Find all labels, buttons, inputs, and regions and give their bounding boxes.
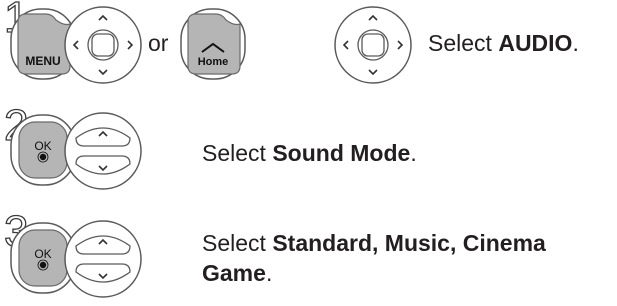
- nav-dpad-icon[interactable]: [64, 6, 142, 84]
- home-label: Home: [198, 56, 229, 68]
- step-1-instruction: Select AUDIO.: [428, 30, 579, 56]
- or-separator: or: [148, 30, 169, 56]
- up-down-rocker-icon[interactable]: [64, 112, 142, 190]
- step-3-instruction-line2: Game.: [202, 260, 273, 286]
- step-3-instruction-line1: Select Standard, Music, Cinema: [202, 230, 546, 256]
- ok-label: OK: [34, 139, 51, 153]
- nav-dpad-icon[interactable]: [334, 6, 412, 84]
- step-2-instruction: Select Sound Mode.: [202, 140, 417, 166]
- home-button[interactable]: Home: [180, 8, 246, 80]
- up-down-rocker-icon[interactable]: [64, 220, 142, 298]
- ok-label: OK: [34, 247, 51, 261]
- menu-label: MENU: [25, 54, 60, 68]
